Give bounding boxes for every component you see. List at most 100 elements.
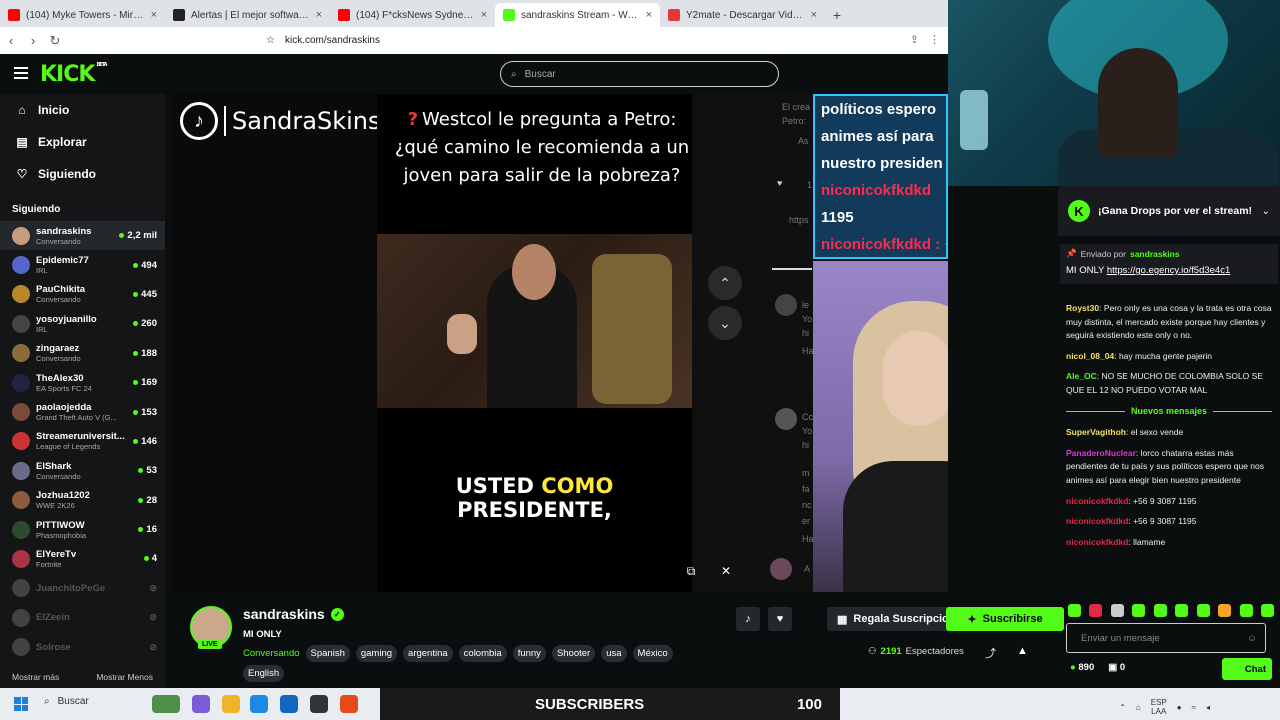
sidebar-channel[interactable]: sandraskins Conversando 2,2 mil bbox=[0, 221, 165, 251]
sidebar-channel[interactable]: yosoyjuanillo IRL 260 bbox=[0, 309, 165, 338]
new-messages-divider[interactable]: Nuevos mensajes bbox=[1066, 405, 1273, 419]
obs-icon[interactable] bbox=[310, 695, 328, 713]
mic-icon[interactable]: ● bbox=[1177, 703, 1182, 712]
wifi-icon[interactable]: ≈ bbox=[1192, 703, 1196, 712]
chat-username[interactable]: niconicokfkdkd bbox=[1066, 537, 1128, 547]
mute-icon[interactable]: ✕ bbox=[715, 560, 737, 582]
follow-heart-icon[interactable]: ♥ bbox=[768, 607, 792, 631]
chat-username[interactable]: niconicokfkdkd bbox=[1066, 516, 1128, 526]
taskbar-search[interactable]: ⌕ Buscar bbox=[44, 696, 89, 707]
chat-username[interactable]: Royst30 bbox=[1066, 303, 1099, 313]
language-indicator[interactable]: ESP LAA bbox=[1151, 698, 1167, 716]
sidebar-channel[interactable]: Jozhua1202 WWE 2K26 28 bbox=[0, 486, 165, 515]
edge-icon[interactable] bbox=[250, 695, 268, 713]
close-tab-icon[interactable]: × bbox=[151, 9, 157, 21]
emote-icon[interactable] bbox=[1068, 604, 1081, 617]
tag[interactable]: gaming bbox=[355, 645, 398, 662]
pinned-link[interactable]: https://go.egency.io/f5d3e4c1 bbox=[1107, 265, 1230, 276]
emote-icon[interactable] bbox=[1196, 604, 1210, 617]
browser-tab[interactable]: (104) F*cksNews Sydney: Este Programa× bbox=[330, 3, 495, 27]
sidebar-channel[interactable]: Streameruniversit... League of Legends 146 bbox=[0, 427, 165, 456]
emote-icon[interactable] bbox=[1260, 604, 1274, 617]
menu-icon[interactable]: ⋮ bbox=[929, 33, 940, 46]
tag[interactable]: argentina bbox=[403, 645, 453, 662]
volume-icon[interactable]: ◂ bbox=[1206, 703, 1210, 712]
sidebar-channel[interactable]: Epidemic77 IRL 494 bbox=[0, 250, 165, 279]
close-tab-icon[interactable]: × bbox=[811, 9, 817, 21]
emote-icon[interactable] bbox=[1089, 604, 1103, 617]
url-text[interactable]: kick.com/sandraskins bbox=[285, 35, 380, 46]
copilot-icon[interactable] bbox=[192, 695, 210, 713]
subscribe-button[interactable]: ✦ Suscribirse bbox=[946, 607, 1064, 631]
chat-username[interactable]: SuperVagithoh bbox=[1066, 427, 1126, 437]
share-icon[interactable]: ⇪ bbox=[910, 33, 919, 46]
drops-banner[interactable]: K ¡Gana Drops por ver el stream! ⌄ bbox=[1058, 186, 1280, 236]
kick-logo[interactable]: KICK BETA bbox=[40, 62, 108, 87]
scroll-down-button[interactable]: ⌄ bbox=[708, 306, 742, 340]
hamburger-menu-icon[interactable] bbox=[14, 67, 28, 79]
sidebar-channel[interactable]: JuanchitoPeGe ⊘ bbox=[0, 574, 165, 603]
brave-icon[interactable] bbox=[340, 695, 358, 713]
bookmark-icon[interactable]: ☆ bbox=[266, 35, 275, 46]
scroll-up-button[interactable]: ⌃ bbox=[708, 266, 742, 300]
browser-tab[interactable]: Alertas | El mejor software para potenci… bbox=[165, 3, 330, 27]
weather-icon[interactable] bbox=[152, 695, 180, 713]
sidebar-channel[interactable]: ElZeein ⊘ bbox=[0, 603, 165, 632]
sidebar-channel[interactable]: TheAlex30 EA Sports FC 24 169 bbox=[0, 368, 165, 397]
send-chat-button[interactable]: Chat bbox=[1222, 658, 1272, 680]
reload-icon[interactable]: ↻ bbox=[44, 33, 66, 49]
sidebar-channel[interactable]: Solrose ⊘ bbox=[0, 632, 165, 661]
sidebar-channel[interactable]: PauChikita Conversando 445 bbox=[0, 280, 165, 309]
pinned-message[interactable]: 📌 Enviado por sandraskins MI ONLY https://… bbox=[1060, 244, 1278, 284]
nav-item-inicio[interactable]: ⌂ Inicio bbox=[0, 94, 165, 126]
emote-icon[interactable] bbox=[1110, 604, 1124, 617]
windows-start-icon[interactable] bbox=[14, 697, 28, 711]
back-icon[interactable]: ‹ bbox=[0, 33, 22, 48]
video-player[interactable]: ♪ SandraSkins ? Westcol le pregunta a Pet… bbox=[170, 94, 948, 592]
emoji-icon[interactable]: ☺ bbox=[1247, 633, 1257, 644]
nav-item-siguiendo[interactable]: ♡ Siguiendo bbox=[0, 158, 165, 190]
tag[interactable]: usa bbox=[601, 645, 627, 662]
tag[interactable]: México bbox=[632, 645, 673, 662]
channel-name[interactable]: sandraskins bbox=[243, 606, 325, 622]
tag[interactable]: English bbox=[243, 665, 285, 682]
clip-icon[interactable]: ⧉ bbox=[680, 560, 702, 582]
sidebar-channel[interactable]: paolaojedda Grand Theft Auto V (G... 153 bbox=[0, 397, 165, 426]
show-less-button[interactable]: Mostrar Menos bbox=[96, 672, 153, 682]
network-icon[interactable]: ⌂ bbox=[1136, 703, 1141, 712]
sidebar-channel[interactable]: PITTIWOW Phasmophobia 16 bbox=[0, 515, 165, 544]
show-more-button[interactable]: Mostrar más bbox=[12, 672, 59, 682]
chat-username[interactable]: niconicokfkdkd bbox=[1066, 496, 1128, 506]
tag[interactable]: Spanish bbox=[305, 645, 350, 662]
tag[interactable]: funny bbox=[512, 645, 546, 662]
browser-tab[interactable]: Y2mate - Descargar Videos de YouTube× bbox=[660, 3, 825, 27]
sidebar-channel[interactable]: ElYereTv Fortnite 4 bbox=[0, 544, 165, 573]
sidebar-channel[interactable]: zingaraez Conversando 188 bbox=[0, 339, 165, 368]
emote-icon[interactable] bbox=[1218, 604, 1232, 617]
tag[interactable]: colombia bbox=[458, 645, 507, 662]
emote-icon[interactable] bbox=[1239, 604, 1253, 617]
category-link[interactable]: Conversando bbox=[243, 648, 300, 659]
chat-username[interactable]: Ale_OC bbox=[1066, 371, 1097, 381]
nav-item-explorar[interactable]: ▤ Explorar bbox=[0, 126, 165, 158]
new-tab-icon[interactable]: + bbox=[825, 3, 849, 27]
forward-icon[interactable]: › bbox=[22, 33, 44, 48]
emote-icon[interactable] bbox=[1175, 604, 1189, 617]
close-tab-icon[interactable]: × bbox=[646, 9, 652, 21]
bell-icon[interactable]: ♪ bbox=[736, 607, 760, 631]
close-tab-icon[interactable]: × bbox=[316, 9, 322, 21]
points-balance[interactable]: ▣ 0 bbox=[1108, 662, 1125, 673]
browser-tab[interactable]: (104) Myke Towers - Mirenme Ahora× bbox=[0, 3, 165, 27]
emote-icon[interactable] bbox=[1132, 604, 1146, 617]
close-tab-icon[interactable]: × bbox=[481, 9, 487, 21]
folder-icon[interactable] bbox=[222, 695, 240, 713]
share-icon[interactable]: ⤴ bbox=[985, 645, 996, 661]
search-input[interactable]: ⌕ Buscar bbox=[500, 61, 779, 87]
tag[interactable]: Shooter bbox=[551, 645, 596, 662]
report-icon[interactable]: ▲ bbox=[1017, 645, 1028, 657]
emote-icon[interactable] bbox=[1153, 604, 1167, 617]
kicks-balance[interactable]: ● 890 bbox=[1070, 662, 1094, 673]
chat-username[interactable]: PanaderoNuclear bbox=[1066, 448, 1136, 458]
store-icon[interactable] bbox=[280, 695, 298, 713]
sidebar-channel[interactable]: ElShark Conversando 53 bbox=[0, 456, 165, 485]
